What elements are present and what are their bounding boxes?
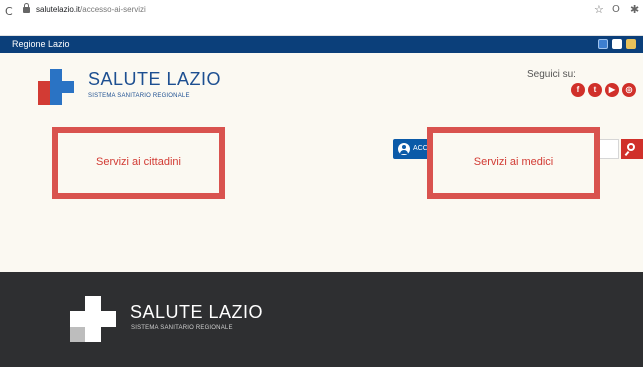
user-icon[interactable] [598, 39, 608, 49]
region-name-link[interactable]: Regione Lazio [12, 39, 70, 49]
lock-icon[interactable] [23, 3, 30, 13]
citizens-services-button[interactable]: Servizi ai cittadini [52, 127, 225, 199]
emblem-icon[interactable] [612, 39, 622, 49]
twitter-icon[interactable]: t [588, 83, 602, 97]
user-icon [398, 143, 410, 155]
search-icon [627, 143, 635, 151]
page: C salutelazio.it/accesso-ai-servizi ☆ O … [0, 0, 643, 367]
logo-subtitle: SISTEMA SANITARIO REGIONALE [88, 93, 190, 99]
follow-label: Seguici su: [527, 69, 576, 80]
bookmark-star-icon[interactable]: ☆ [594, 3, 604, 16]
footer-logo-title: SALUTE LAZIO [130, 302, 264, 322]
region-bar: Regione Lazio [0, 36, 643, 53]
footer: SALUTE LAZIO SISTEMA SANITARIO REGIONALE [0, 272, 643, 367]
reload-icon[interactable]: C [5, 5, 13, 18]
doctors-services-button[interactable]: Servizi ai medici [427, 127, 600, 199]
logo-title[interactable]: SALUTE LAZIO [88, 69, 221, 90]
salute-lazio-logo-icon[interactable] [38, 69, 74, 105]
extension-icon[interactable]: O [612, 4, 620, 15]
doctors-services-label: Servizi ai medici [473, 156, 554, 168]
browser-address-bar: C salutelazio.it/accesso-ai-servizi ☆ O … [0, 0, 643, 36]
instagram-icon[interactable]: ◎ [622, 83, 636, 97]
crest-icon[interactable] [626, 39, 636, 49]
facebook-icon[interactable]: f [571, 83, 585, 97]
url-path: /accesso-ai-servizi [80, 5, 146, 14]
footer-logo-icon[interactable] [70, 296, 116, 342]
url-field[interactable]: salutelazio.it/accesso-ai-servizi [36, 5, 146, 14]
extensions-puzzle-icon[interactable]: ✱ [630, 3, 639, 16]
youtube-icon[interactable]: ▶ [605, 83, 619, 97]
url-host: salutelazio.it [36, 5, 81, 14]
citizens-services-label: Servizi ai cittadini [96, 156, 181, 168]
search-button[interactable] [621, 139, 643, 159]
footer-logo-subtitle: SISTEMA SANITARIO REGIONALE [131, 325, 233, 331]
